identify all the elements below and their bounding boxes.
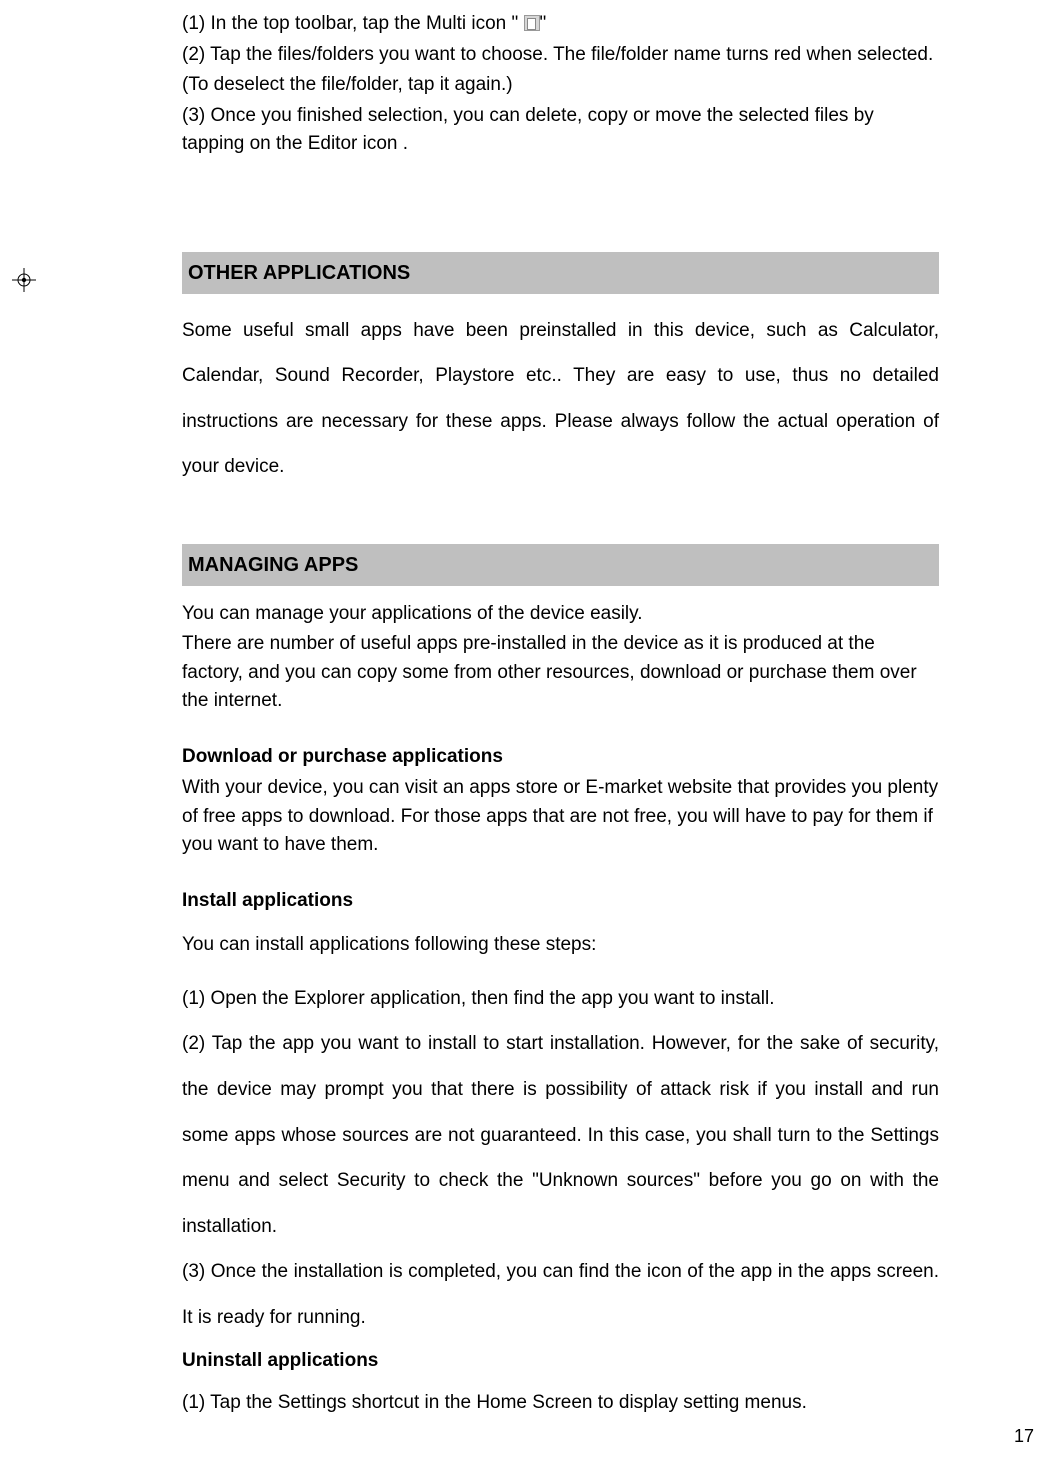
- step-1-pre: (1) In the top toolbar, tap the Multi ic…: [182, 13, 524, 34]
- managing-apps-heading: MANAGING APPS: [182, 544, 939, 586]
- managing-intro-2: There are number of useful apps pre-inst…: [182, 630, 939, 716]
- uninstall-step-1: (1) Tap the Settings shortcut in the Hom…: [182, 1389, 939, 1418]
- install-step-1: (1) Open the Explorer application, then …: [182, 976, 939, 1022]
- download-purchase-body: With your device, you can visit an apps …: [182, 774, 939, 860]
- multi-icon: [524, 15, 540, 31]
- install-applications-heading: Install applications: [182, 887, 939, 916]
- document-body: (1) In the top toolbar, tap the Multi ic…: [0, 0, 1049, 1428]
- registration-mark-icon: [12, 268, 36, 292]
- step-3: (3) Once you finished selection, you can…: [182, 102, 939, 159]
- install-step-2: (2) Tap the app you want to install to s…: [182, 1021, 939, 1249]
- step-2-note: (To deselect the file/folder, tap it aga…: [182, 71, 939, 100]
- other-applications-body: Some useful small apps have been preinst…: [182, 308, 939, 490]
- page-number: 17: [1014, 1423, 1034, 1450]
- uninstall-applications-heading: Uninstall applications: [182, 1347, 939, 1376]
- other-applications-heading: OTHER APPLICATIONS: [182, 252, 939, 294]
- install-step-3: (3) Once the installation is completed, …: [182, 1249, 939, 1340]
- step-1-post: ": [540, 13, 547, 34]
- step-1: (1) In the top toolbar, tap the Multi ic…: [182, 10, 939, 39]
- download-purchase-heading: Download or purchase applications: [182, 743, 939, 772]
- install-intro: You can install applications following t…: [182, 931, 939, 960]
- step-2: (2) Tap the files/folders you want to ch…: [182, 41, 939, 70]
- managing-intro-1: You can manage your applications of the …: [182, 600, 939, 629]
